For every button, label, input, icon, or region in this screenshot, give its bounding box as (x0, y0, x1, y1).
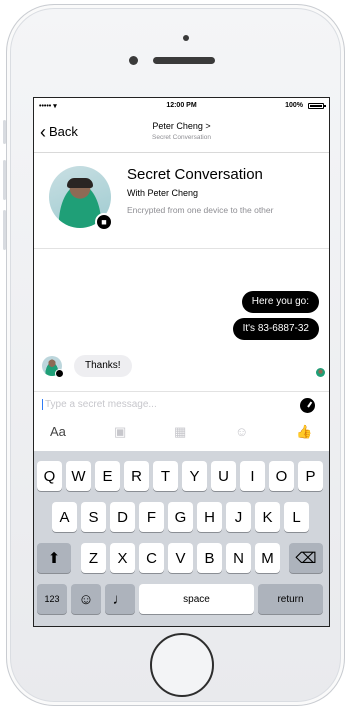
keyboard-row-3: ⬆ Z X C V B N M ⌫ (34, 543, 329, 577)
return-key[interactable]: return (258, 584, 323, 614)
outgoing-message[interactable]: Here you go: (241, 291, 319, 313)
contact-name-title[interactable]: Peter Cheng > (34, 121, 329, 131)
read-receipt-avatar (316, 368, 325, 377)
key[interactable]: P (298, 461, 323, 491)
message-input[interactable] (42, 399, 290, 410)
composer-toolbar: Aa ▣ ▦ ☺ 👍 (34, 418, 329, 450)
front-camera (129, 56, 138, 65)
shift-key[interactable]: ⬆ (37, 543, 71, 573)
emoji-keyboard-icon: ☺ (78, 590, 94, 608)
key[interactable]: A (52, 502, 77, 532)
key[interactable]: Q (37, 461, 62, 491)
earpiece-speaker (153, 57, 215, 64)
gallery-icon[interactable]: ▦ (174, 424, 186, 440)
keyboard-row-4: 123 ☺ ♩ space return (34, 584, 329, 618)
encryption-note: Encrypted from one device to the other (127, 205, 274, 215)
key[interactable]: O (269, 461, 294, 491)
home-button[interactable] (150, 633, 214, 697)
shift-icon: ⬆ (47, 550, 61, 567)
incoming-message[interactable]: Thanks! (74, 355, 132, 377)
key[interactable]: M (255, 543, 280, 573)
battery-icon (308, 103, 324, 109)
key[interactable]: V (168, 543, 193, 573)
proximity-sensor (183, 35, 189, 41)
composer-row (34, 391, 329, 418)
lock-icon: ■ (95, 213, 113, 231)
header-title: Secret Conversation (127, 166, 263, 183)
key[interactable]: G (168, 502, 193, 532)
key[interactable]: J (226, 502, 251, 532)
key[interactable]: H (197, 502, 222, 532)
key[interactable]: D (110, 502, 135, 532)
volume-down-button (3, 210, 6, 250)
keyboard-row-1: Q W E R T Y U I O P (34, 461, 329, 495)
keyboard-row-2: A S D F G H J K L (34, 502, 329, 536)
timer-icon[interactable] (300, 398, 315, 413)
key[interactable]: U (211, 461, 236, 491)
delete-key[interactable]: ⌫ (289, 543, 323, 573)
key[interactable]: C (139, 543, 164, 573)
key[interactable]: Y (182, 461, 207, 491)
conversation-type-subtitle: Secret Conversation (152, 134, 211, 141)
key[interactable]: T (153, 461, 178, 491)
text-style-button[interactable]: Aa (50, 424, 66, 439)
camera-icon[interactable]: ▣ (114, 424, 126, 440)
status-bar: ••••• ▾ 12:00 PM 100% (34, 98, 329, 112)
battery-percent: 100% (285, 102, 303, 109)
key[interactable]: Z (81, 543, 106, 573)
emoji-icon[interactable]: ☺ (235, 424, 248, 439)
keyboard: Q W E R T Y U I O P A S D F G H J K L ⬆ … (34, 451, 329, 626)
key[interactable]: N (226, 543, 251, 573)
like-icon[interactable]: 👍 (296, 424, 312, 440)
outgoing-message[interactable]: It's 83-6887-32 (232, 318, 319, 340)
key[interactable]: K (255, 502, 280, 532)
conversation-header: ■ Secret Conversation With Peter Cheng E… (34, 153, 329, 249)
avatar-hair (67, 178, 93, 188)
emoji-key[interactable]: ☺ (71, 584, 101, 614)
space-key[interactable]: space (139, 584, 254, 614)
microphone-icon: ♩ (112, 590, 128, 608)
numbers-key[interactable]: 123 (37, 584, 67, 614)
small-lock-icon (55, 369, 64, 378)
key[interactable]: F (139, 502, 164, 532)
mute-switch (3, 120, 6, 144)
key[interactable]: W (66, 461, 91, 491)
key[interactable]: B (197, 543, 222, 573)
battery-tip (324, 105, 326, 107)
screen: ••••• ▾ 12:00 PM 100% ‹ Back Peter Cheng… (33, 97, 330, 627)
key[interactable]: S (81, 502, 106, 532)
key[interactable]: X (110, 543, 135, 573)
key[interactable]: L (284, 502, 309, 532)
key[interactable]: I (240, 461, 265, 491)
key[interactable]: E (95, 461, 120, 491)
dictation-key[interactable]: ♩ (105, 584, 135, 614)
navigation-bar: ‹ Back Peter Cheng > Secret Conversation (34, 112, 329, 153)
key[interactable]: R (124, 461, 149, 491)
volume-up-button (3, 160, 6, 200)
backspace-icon: ⌫ (295, 550, 317, 567)
header-with-line: With Peter Cheng (127, 188, 199, 198)
